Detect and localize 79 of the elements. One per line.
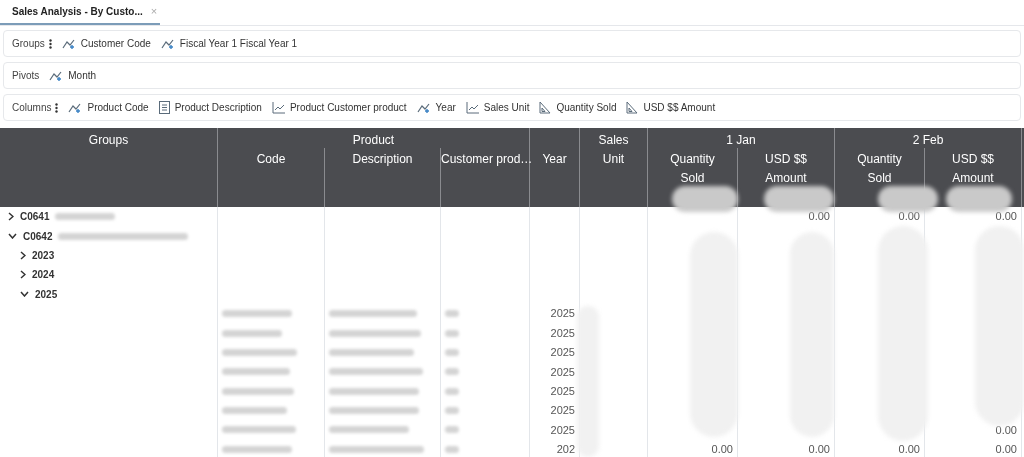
table-cell-text: 2025 [550, 383, 575, 399]
blurred-text [445, 407, 459, 415]
chart-sparkle-icon [68, 101, 83, 114]
field-chip[interactable]: USD $$ Amount [626, 100, 716, 115]
blurred-text [222, 445, 292, 453]
table-cell-text: 2025 [550, 345, 575, 361]
field-chip[interactable]: Product Description [158, 100, 262, 115]
table-cell-text: 2025 [550, 306, 575, 322]
tree-item-label[interactable]: 2025 [35, 286, 58, 302]
chevron-down-icon[interactable] [20, 291, 29, 298]
blurred-text [222, 310, 292, 318]
blurred-text [445, 329, 459, 337]
triangle-ruler-icon [626, 101, 639, 114]
field-chip[interactable]: Sales Unit [465, 100, 530, 115]
blurred-text [445, 348, 459, 356]
triangle-ruler-icon [539, 101, 552, 114]
blurred-text [445, 445, 459, 453]
column-header: Code [218, 148, 325, 207]
column-header: Groups [0, 128, 218, 207]
redaction-smudge [672, 186, 738, 212]
blurred-text [445, 368, 459, 376]
blurred-text [222, 329, 282, 337]
table-cell-text: 0.00 [898, 442, 920, 457]
bar-label: Columns [12, 101, 52, 115]
field-chip[interactable]: Month [49, 68, 97, 83]
field-chip[interactable]: Fiscal Year 1 Fiscal Year 1 [160, 36, 298, 51]
table-cell-text: 0.00 [898, 209, 920, 225]
column-header: Description [325, 148, 441, 207]
blurred-text [445, 310, 459, 318]
table-cell-text: 0.00 [808, 209, 830, 225]
field-chip[interactable]: Year [416, 100, 456, 115]
chevron-right-icon[interactable] [8, 212, 14, 222]
tab[interactable]: Sales Analysis - By Custo... × [0, 0, 160, 25]
table-cell-text: 0.00 [995, 442, 1017, 457]
blurred-text [222, 407, 287, 415]
blurred-text [445, 426, 459, 434]
kebab-menu-icon[interactable] [55, 102, 59, 113]
blurred-text [445, 387, 459, 395]
document-icon [158, 101, 170, 114]
tree-item-label[interactable]: C0642 [23, 228, 53, 244]
tree-item-label[interactable]: 2024 [32, 267, 55, 283]
blurred-text [222, 368, 290, 376]
redaction-smudge [946, 186, 1012, 212]
table-cell-text: 2025 [550, 364, 575, 380]
table-cell-text: 2025 [550, 403, 575, 419]
table-cell-text: 0.00 [995, 422, 1017, 438]
line-chart-icon [465, 101, 479, 114]
chart-sparkle-icon [49, 69, 64, 82]
bar-label: Pivots [12, 69, 40, 83]
column-header: Sales Unit [580, 128, 648, 207]
kebab-menu-icon[interactable] [48, 38, 52, 49]
field-chip[interactable]: Customer Code [61, 36, 151, 51]
field-chip[interactable]: Product Code [68, 100, 149, 115]
tree-item-label[interactable]: 2023 [32, 247, 55, 263]
table-cell-text: 0.00 [808, 442, 830, 457]
chart-sparkle-icon [416, 101, 431, 114]
table-cell-text: 0.00 [995, 209, 1017, 225]
column-header: Customer prod… [441, 148, 530, 207]
chart-sparkle-icon [61, 37, 76, 50]
redaction-smudge [878, 186, 938, 212]
column-header: 1 Jan [648, 128, 835, 148]
column-header: Year [530, 128, 580, 207]
table-cell-text: 2025 [550, 422, 575, 438]
tab-title: Sales Analysis - By Custo... [12, 4, 143, 19]
field-chip[interactable]: Quantity Sold [539, 100, 617, 115]
blurred-text [222, 387, 294, 395]
column-header: 2 Feb [835, 128, 1022, 148]
bar-label: Groups [12, 37, 45, 51]
chevron-down-icon[interactable] [8, 233, 17, 240]
chart-sparkle-icon [160, 37, 175, 50]
tree-item-label[interactable]: C0641 [20, 209, 50, 225]
blurred-text [55, 213, 116, 221]
table-cell-text: 0.00 [711, 442, 733, 457]
field-chip[interactable]: Product Customer product [271, 100, 407, 115]
table-cell-text: 2025 [550, 325, 575, 341]
line-chart-icon [271, 101, 285, 114]
redaction-smudge [764, 186, 834, 212]
table-cell-text: 202 [556, 442, 575, 457]
column-header: Product [218, 128, 530, 148]
